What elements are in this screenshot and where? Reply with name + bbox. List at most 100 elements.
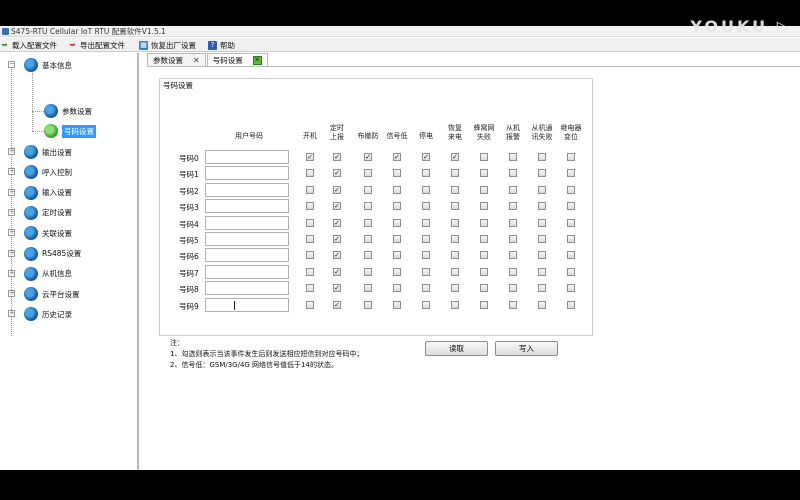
event-checkbox[interactable] bbox=[480, 218, 488, 227]
event-checkbox[interactable] bbox=[306, 169, 314, 178]
event-checkbox[interactable] bbox=[509, 169, 517, 178]
event-checkbox[interactable] bbox=[538, 185, 546, 194]
event-checkbox[interactable] bbox=[306, 300, 314, 309]
tree-item[interactable]: ＋ 关联设置 bbox=[8, 225, 72, 241]
event-checkbox[interactable] bbox=[393, 202, 401, 211]
tree-item[interactable]: ＋ 输入设置 bbox=[8, 185, 72, 201]
tree-item[interactable]: ＋ 定时设置 bbox=[8, 205, 72, 221]
close-icon[interactable]: ✕ bbox=[193, 56, 200, 65]
event-checkbox[interactable] bbox=[306, 284, 314, 293]
expand-toggle[interactable]: ＋ bbox=[8, 310, 15, 318]
event-checkbox[interactable]: ✓ bbox=[333, 169, 341, 178]
event-checkbox[interactable] bbox=[364, 235, 372, 243]
event-checkbox[interactable] bbox=[364, 284, 372, 293]
tree-item[interactable]: ＋ 云平台设置 bbox=[8, 286, 80, 302]
event-checkbox[interactable] bbox=[422, 235, 430, 243]
event-checkbox[interactable]: ✓ bbox=[422, 153, 430, 161]
event-checkbox[interactable] bbox=[538, 267, 546, 276]
event-checkbox[interactable] bbox=[567, 185, 575, 194]
event-checkbox[interactable] bbox=[567, 300, 575, 309]
event-checkbox[interactable] bbox=[422, 202, 430, 211]
event-checkbox[interactable] bbox=[567, 169, 575, 178]
tree-item[interactable]: ＋ 输出设置 bbox=[8, 144, 72, 160]
event-checkbox[interactable] bbox=[538, 169, 546, 178]
event-checkbox[interactable]: ✓ bbox=[333, 218, 341, 227]
event-checkbox[interactable] bbox=[451, 300, 459, 309]
event-checkbox[interactable] bbox=[480, 267, 488, 276]
event-checkbox[interactable]: ✓ bbox=[306, 153, 314, 161]
expand-toggle[interactable]: ＋ bbox=[8, 229, 15, 237]
event-checkbox[interactable] bbox=[509, 235, 517, 243]
event-checkbox[interactable] bbox=[364, 169, 372, 178]
event-checkbox[interactable] bbox=[509, 284, 517, 293]
event-checkbox[interactable] bbox=[451, 251, 459, 260]
event-checkbox[interactable] bbox=[480, 202, 488, 211]
event-checkbox[interactable] bbox=[393, 267, 401, 276]
event-checkbox[interactable]: ✓ bbox=[333, 235, 341, 243]
tree-item[interactable]: ＋ 历史记录 bbox=[8, 306, 72, 322]
event-checkbox[interactable] bbox=[567, 251, 575, 260]
event-checkbox[interactable] bbox=[567, 235, 575, 243]
tree-item[interactable]: ＋ 呼入控制 bbox=[8, 164, 72, 180]
event-checkbox[interactable]: ✓ bbox=[333, 284, 341, 293]
event-checkbox[interactable] bbox=[509, 251, 517, 260]
event-checkbox[interactable] bbox=[480, 284, 488, 293]
event-checkbox[interactable] bbox=[538, 300, 546, 309]
expand-toggle[interactable]: ＋ bbox=[8, 168, 15, 176]
event-checkbox[interactable] bbox=[451, 218, 459, 227]
event-checkbox[interactable] bbox=[306, 251, 314, 260]
user-number-input[interactable] bbox=[205, 182, 289, 197]
expand-toggle[interactable]: ＋ bbox=[8, 249, 15, 257]
event-checkbox[interactable] bbox=[538, 284, 546, 293]
event-checkbox[interactable] bbox=[364, 251, 372, 260]
event-checkbox[interactable] bbox=[538, 235, 546, 243]
expand-toggle[interactable]: ＋ bbox=[8, 148, 15, 155]
tab-numbers[interactable]: 号码设置 ✕ bbox=[206, 53, 268, 66]
tree-item-params[interactable]: 参数设置 bbox=[44, 103, 92, 119]
event-checkbox[interactable] bbox=[393, 235, 401, 243]
event-checkbox[interactable] bbox=[480, 235, 488, 243]
event-checkbox[interactable] bbox=[509, 300, 517, 309]
event-checkbox[interactable] bbox=[364, 267, 372, 276]
event-checkbox[interactable] bbox=[422, 284, 430, 293]
event-checkbox[interactable]: ✓ bbox=[393, 153, 401, 161]
event-checkbox[interactable] bbox=[451, 185, 459, 194]
event-checkbox[interactable] bbox=[451, 284, 459, 293]
event-checkbox[interactable] bbox=[567, 153, 575, 161]
event-checkbox[interactable] bbox=[306, 235, 314, 243]
user-number-input[interactable] bbox=[205, 297, 289, 312]
event-checkbox[interactable] bbox=[538, 202, 546, 211]
event-checkbox[interactable]: ✓ bbox=[333, 300, 341, 309]
event-checkbox[interactable] bbox=[509, 218, 517, 227]
user-number-input[interactable] bbox=[205, 281, 289, 296]
event-checkbox[interactable] bbox=[393, 251, 401, 260]
event-checkbox[interactable] bbox=[422, 300, 430, 309]
user-number-input[interactable] bbox=[205, 166, 289, 181]
event-checkbox[interactable] bbox=[393, 284, 401, 293]
event-checkbox[interactable] bbox=[538, 218, 546, 227]
event-checkbox[interactable] bbox=[451, 202, 459, 211]
tree-item-numbers[interactable]: 号码设置 bbox=[44, 123, 96, 139]
expand-toggle[interactable]: ＋ bbox=[8, 290, 15, 298]
event-checkbox[interactable] bbox=[538, 251, 546, 260]
event-checkbox[interactable] bbox=[538, 153, 546, 161]
event-checkbox[interactable] bbox=[567, 267, 575, 276]
read-button[interactable]: 读取 bbox=[425, 341, 488, 356]
expand-toggle[interactable]: ＋ bbox=[8, 208, 15, 216]
event-checkbox[interactable] bbox=[509, 185, 517, 194]
import-config-button[interactable]: ➡ 载入配置文件 bbox=[0, 39, 57, 51]
user-number-input[interactable] bbox=[205, 264, 289, 279]
event-checkbox[interactable] bbox=[509, 267, 517, 276]
event-checkbox[interactable] bbox=[480, 251, 488, 260]
restore-factory-button[interactable]: ▦ 恢复出厂设置 bbox=[139, 39, 196, 51]
tree-item[interactable]: ＋ RS485设置 bbox=[8, 246, 81, 262]
tree-item-basic-info[interactable]: － 基本信息 bbox=[8, 57, 72, 73]
event-checkbox[interactable] bbox=[480, 300, 488, 309]
user-number-input[interactable] bbox=[205, 150, 289, 164]
user-number-input[interactable] bbox=[205, 232, 289, 246]
close-icon[interactable]: ✕ bbox=[252, 55, 262, 65]
event-checkbox[interactable] bbox=[393, 169, 401, 178]
event-checkbox[interactable] bbox=[480, 153, 488, 161]
expand-toggle[interactable]: ＋ bbox=[8, 188, 15, 196]
event-checkbox[interactable] bbox=[306, 267, 314, 276]
